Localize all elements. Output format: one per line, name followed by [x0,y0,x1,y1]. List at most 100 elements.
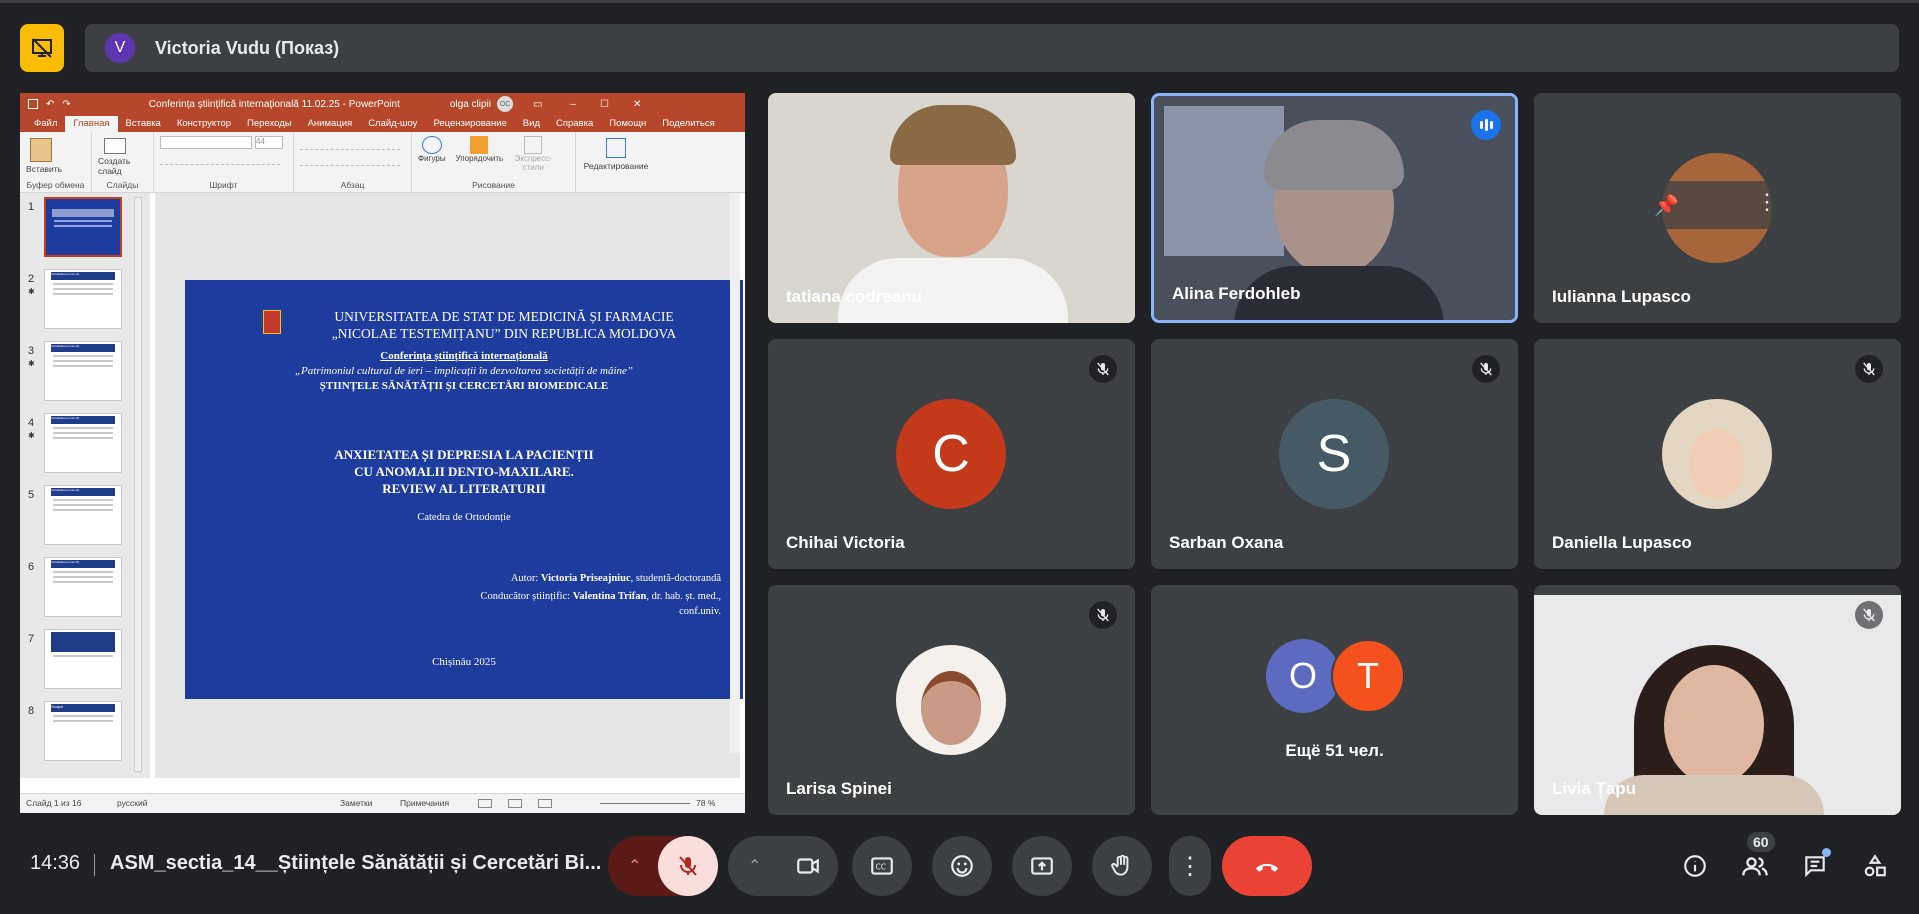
avatar-face [1689,429,1745,499]
ribbon-options-icon[interactable]: ▭ [533,99,542,110]
chevron-up-icon: ⌃ [628,858,642,875]
leave-call-button[interactable] [1222,836,1312,896]
mic-toggle-button[interactable] [658,836,718,896]
people-count-badge: 60 [1747,832,1775,852]
mic-off-icon [1089,355,1117,383]
raise-hand-button[interactable] [1092,836,1152,896]
tab-home[interactable]: Главная [65,116,118,132]
camera-toggle-button[interactable] [778,836,838,896]
close-icon[interactable]: ✕ [633,99,641,110]
thumb-slide-4[interactable]: Actualitatea temei (3) [44,413,122,473]
speaking-indicator-icon [1471,110,1501,140]
participant-tile[interactable]: tatiana codreanu [768,93,1135,323]
minimize-icon[interactable]: – [570,99,576,110]
conference-theme: „Patrimoniul cultural de ieri – implicaț… [294,365,634,377]
avatar: O [1266,639,1340,713]
thumb-scrollbar[interactable] [134,197,142,772]
tile-overlay-controls[interactable]: 📌 ⋮ [1634,181,1798,229]
tab-share[interactable]: Поделиться [654,116,722,132]
thumb-slide-1[interactable] [44,197,122,257]
thumb-number: 8 [28,705,35,717]
arrange-icon [470,136,489,154]
arrange-label: Упорядочить [455,154,504,163]
tab-insert[interactable]: Вставка [118,116,169,132]
svg-text:CC: CC [876,862,887,871]
tab-help[interactable]: Справка [548,116,601,132]
edit-button[interactable]: Редактирование [582,161,650,171]
tab-view[interactable]: Вид [515,116,548,132]
paste-icon[interactable] [30,138,52,162]
view-normal-icon[interactable] [478,799,492,808]
quick-styles-label: Экспресс-стили [514,154,552,172]
activities-button[interactable] [1855,846,1895,886]
thumb-slide-3[interactable]: Actualitatea temei (2) [44,341,122,401]
supervisor-label: Conducător științific: [480,591,571,602]
chat-icon [1805,856,1825,878]
participant-name: Chihai Victoria [786,533,905,552]
view-reading-icon[interactable] [538,799,552,808]
others-tile[interactable]: O T Ещё 51 чел. [1151,585,1518,815]
tab-review[interactable]: Рецензирование [425,116,514,132]
tab-slideshow[interactable]: Слайд-шоу [360,116,425,132]
arrange-button[interactable]: Упорядочить [455,136,504,172]
present-button[interactable] [1012,836,1072,896]
thumb-slide-6[interactable]: Actualitatea temei (5) [44,557,122,617]
zoom-level[interactable]: 78 % [696,798,715,808]
thumb-slide-2[interactable]: Actualitatea temei (1) [44,269,122,329]
shapes-button[interactable]: Фигуры [418,136,446,172]
undo-icon[interactable]: ↶ [46,99,54,110]
tab-transitions[interactable]: Переходы [239,116,300,132]
group-label: Шрифт [209,180,238,190]
present-off-icon[interactable] [20,24,64,72]
zoom-slider[interactable] [600,803,690,804]
ppt-titlebar: ↶ ↷ Conferința științifică internațional… [20,93,745,115]
maximize-icon[interactable]: ☐ [600,99,609,110]
reactions-button[interactable] [932,836,992,896]
chat-button[interactable] [1795,846,1835,886]
people-button[interactable]: 60 [1735,832,1775,886]
tab-animations[interactable]: Анимация [300,116,361,132]
avatar [896,645,1006,755]
more-options-icon[interactable]: ⋮ [1756,189,1778,215]
font-family-select[interactable] [160,136,252,149]
participant-tile-speaking[interactable]: Alina Ferdohleb [1151,93,1518,323]
university-line-2: „NICOLAE TESTEMIȚANU” DIN REPUBLICA MOLD… [331,326,677,341]
comments-button[interactable]: Примечания [400,798,449,808]
quick-styles-button[interactable]: Экспресс-стили [513,136,553,172]
person-body [1604,775,1824,815]
more-options-button[interactable]: ⋮ [1169,836,1211,896]
tab-design[interactable]: Конструктор [169,116,239,132]
thumb-slide-5[interactable]: Actualitatea temei (4) [44,485,122,545]
tab-tellme[interactable]: Помощн [601,116,654,132]
participant-tile[interactable]: S Sarban Oxana [1151,339,1518,569]
thumb-slide-8[interactable]: Scopul [44,701,122,761]
thumb-number: 6 [28,561,35,573]
participant-tile[interactable]: Daniella Lupasco [1534,339,1901,569]
view-sorter-icon[interactable] [508,799,522,808]
paste-button[interactable]: Вставить [26,164,85,174]
participant-tile[interactable]: Larisa Spinei [768,585,1135,815]
font-size-select[interactable]: 44 [255,136,283,149]
save-icon[interactable] [28,99,38,109]
captions-button[interactable]: CC [852,836,912,896]
shapes-icon [421,136,442,154]
participant-tile[interactable]: Livia Țapu [1534,585,1901,815]
paragraph-row [300,156,400,166]
talk-title-3: REVIEW AL LITERATURII [382,481,546,496]
new-slide-icon[interactable] [104,138,126,154]
shapes-label: Фигуры [418,154,446,163]
notes-button[interactable]: Заметки [340,798,373,808]
presenter-label: Victoria Vudu (Показ) [155,37,340,58]
participant-tile[interactable]: C Chihai Victoria [768,339,1135,569]
new-slide-button[interactable]: Создать слайд [98,156,138,176]
redo-icon[interactable]: ↷ [62,99,70,110]
tab-file[interactable]: Файл [26,116,65,132]
canvas-scrollbar[interactable] [730,193,740,753]
thumb-slide-7[interactable] [44,629,122,689]
quick-styles-icon [524,136,543,154]
paragraph-row [300,140,400,150]
pin-icon[interactable]: 📌 [1654,193,1679,218]
meeting-info-button[interactable] [1675,846,1715,886]
participant-tile[interactable]: 📌 ⋮ Iulianna Lupasco [1534,93,1901,323]
presenter-bar: V Victoria Vudu (Показ) [85,24,1899,72]
